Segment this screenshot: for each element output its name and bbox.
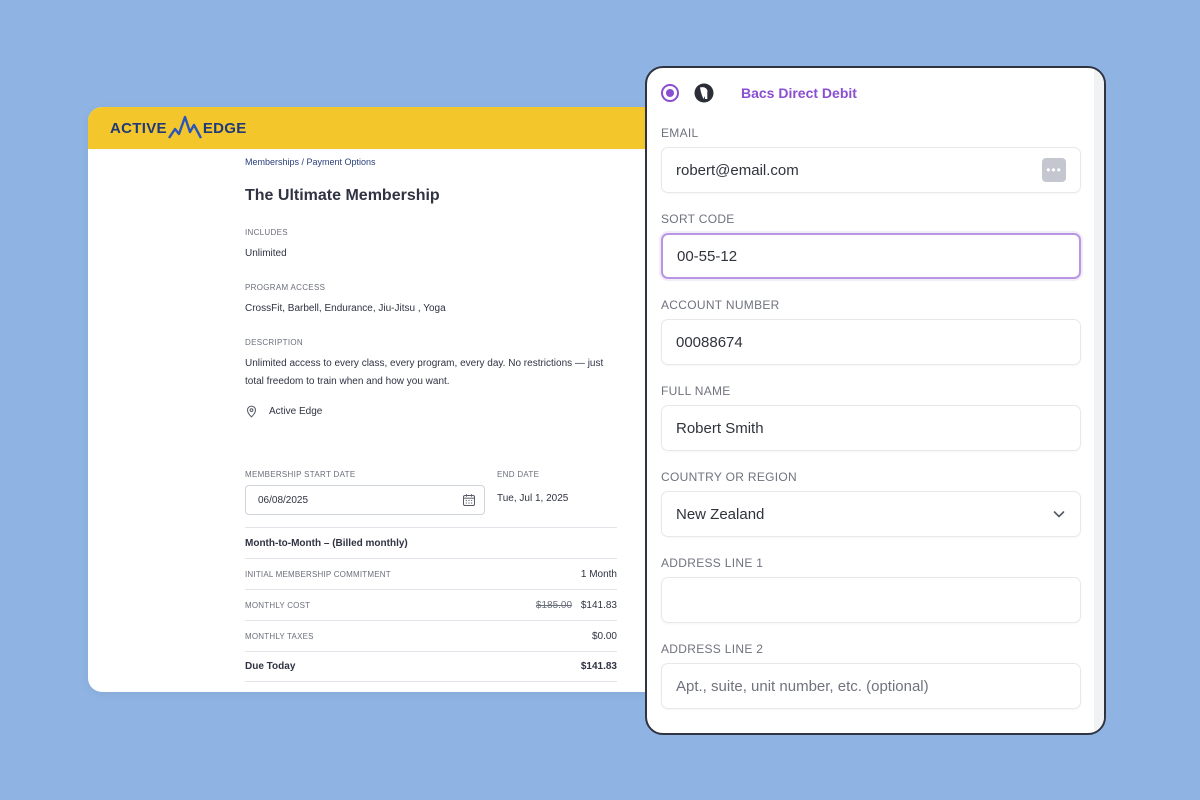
- payment-method-radio[interactable]: [661, 84, 679, 102]
- email-field-group: EMAIL robert@email.com •••: [661, 126, 1081, 193]
- address-line2-placeholder: Apt., suite, unit number, etc. (optional…: [676, 677, 929, 695]
- sort-code-field[interactable]: 00-55-12: [661, 233, 1081, 279]
- breadcrumb[interactable]: Memberships / Payment Options: [245, 157, 617, 167]
- address-line1-label: ADDRESS LINE 1: [661, 556, 764, 570]
- country-label: COUNTRY OR REGION: [661, 470, 798, 484]
- address-line1-field-group: ADDRESS LINE 1: [661, 556, 1081, 623]
- account-number-value: 00088674: [676, 333, 743, 351]
- includes-label: INCLUDES: [245, 228, 288, 237]
- location-name: Active Edge: [269, 406, 323, 417]
- account-number-field[interactable]: 00088674: [661, 319, 1081, 365]
- dates-row: MEMBERSHIP START DATE 06/08/2025 END DAT…: [245, 470, 617, 515]
- monthly-cost-original: $185.00: [535, 599, 573, 611]
- commitment-value: 1 Month: [580, 568, 617, 580]
- sort-code-field-group: SORT CODE 00-55-12: [661, 212, 1081, 279]
- pricing-summary: Month-to-Month – (Billed monthly) INITIA…: [245, 527, 617, 682]
- country-value: New Zealand: [676, 505, 765, 523]
- country-field-group: COUNTRY OR REGION New Zealand: [661, 470, 1081, 537]
- canvas: ACTIVE EDGE Memberships / Payment Option…: [0, 0, 1200, 800]
- logo-mountain-icon: [167, 115, 202, 139]
- payment-panel: Bacs Direct Debit EMAIL robert@email.com…: [645, 66, 1106, 735]
- due-today-row: Due Today $141.83: [245, 651, 617, 682]
- address-line2-field-group: ADDRESS LINE 2 Apt., suite, unit number,…: [661, 642, 1081, 709]
- logo-text-left: ACTIVE: [110, 119, 167, 137]
- end-date-value: Tue, Jul 1, 2025: [497, 493, 569, 504]
- payment-method-label: Bacs Direct Debit: [741, 85, 857, 101]
- monthly-taxes-value: $0.00: [591, 630, 617, 642]
- end-date-group: END DATE Tue, Jul 1, 2025: [497, 470, 568, 515]
- email-label: EMAIL: [661, 126, 699, 140]
- brand-header: ACTIVE EDGE: [88, 107, 708, 149]
- monthly-cost-label: MONTHLY COST: [245, 600, 311, 610]
- monthly-cost-value: $141.83: [580, 599, 617, 611]
- full-name-label: FULL NAME: [661, 384, 731, 398]
- scrollbar[interactable]: [1094, 68, 1104, 733]
- includes-section: INCLUDES Unlimited: [245, 228, 617, 263]
- full-name-field-group: FULL NAME Robert Smith: [661, 384, 1081, 451]
- program-access-section: PROGRAM ACCESS CrossFit, Barbell, Endura…: [245, 283, 617, 318]
- start-date-group: MEMBERSHIP START DATE 06/08/2025: [245, 470, 485, 515]
- program-access-value: CrossFit, Barbell, Endurance, Jiu-Jitsu …: [245, 303, 446, 314]
- membership-details: Memberships / Payment Options The Ultima…: [245, 157, 617, 682]
- logo-text-right: EDGE: [202, 119, 247, 137]
- program-access-label: PROGRAM ACCESS: [245, 283, 326, 292]
- due-today-label: Due Today: [245, 661, 296, 672]
- plan-row: Month-to-Month – (Billed monthly): [245, 527, 617, 558]
- bacs-logo-icon: [694, 83, 714, 103]
- full-name-value: Robert Smith: [676, 419, 764, 437]
- monthly-taxes-label: MONTHLY TAXES: [245, 631, 314, 641]
- commitment-label: INITIAL MEMBERSHIP COMMITMENT: [245, 569, 391, 579]
- page-title: The Ultimate Membership: [245, 187, 440, 204]
- start-date-input[interactable]: 06/08/2025: [245, 485, 485, 515]
- plan-name: Month-to-Month – (Billed monthly): [245, 537, 408, 549]
- monthly-cost-prices: $185.00 $141.83: [536, 600, 617, 611]
- sort-code-label: SORT CODE: [661, 212, 735, 226]
- due-today-value: $141.83: [580, 661, 617, 672]
- account-number-field-group: ACCOUNT NUMBER 00088674: [661, 298, 1081, 365]
- email-value: robert@email.com: [676, 161, 799, 179]
- chevron-down-icon[interactable]: [1052, 507, 1066, 521]
- description-label: DESCRIPTION: [245, 338, 303, 347]
- description-value: Unlimited access to every class, every p…: [245, 358, 604, 387]
- address-line2-label: ADDRESS LINE 2: [661, 642, 764, 656]
- autofill-icon[interactable]: •••: [1042, 158, 1066, 182]
- account-number-label: ACCOUNT NUMBER: [661, 298, 780, 312]
- autofill-glyph: •••: [1046, 163, 1062, 177]
- location: Active Edge: [245, 405, 617, 418]
- calendar-icon[interactable]: [462, 493, 476, 507]
- start-date-label: MEMBERSHIP START DATE: [245, 470, 356, 479]
- includes-value: Unlimited: [245, 248, 287, 259]
- map-pin-icon: [246, 405, 257, 418]
- monthly-cost-row: MONTHLY COST $185.00 $141.83: [245, 589, 617, 620]
- address-line1-field[interactable]: [661, 577, 1081, 623]
- email-field[interactable]: robert@email.com •••: [661, 147, 1081, 193]
- sort-code-value: 00-55-12: [677, 247, 738, 265]
- monthly-taxes-row: MONTHLY TAXES $0.00: [245, 620, 617, 651]
- payment-method-option[interactable]: Bacs Direct Debit: [647, 68, 1104, 118]
- country-select[interactable]: New Zealand: [661, 491, 1081, 537]
- membership-card: ACTIVE EDGE Memberships / Payment Option…: [88, 107, 708, 692]
- full-name-field[interactable]: Robert Smith: [661, 405, 1081, 451]
- start-date-value: 06/08/2025: [258, 494, 309, 506]
- end-date-label: END DATE: [497, 470, 540, 479]
- address-line2-field[interactable]: Apt., suite, unit number, etc. (optional…: [661, 663, 1081, 709]
- commitment-row: INITIAL MEMBERSHIP COMMITMENT 1 Month: [245, 558, 617, 589]
- active-edge-logo[interactable]: ACTIVE EDGE: [110, 114, 247, 142]
- description-section: DESCRIPTION Unlimited access to every cl…: [245, 338, 617, 391]
